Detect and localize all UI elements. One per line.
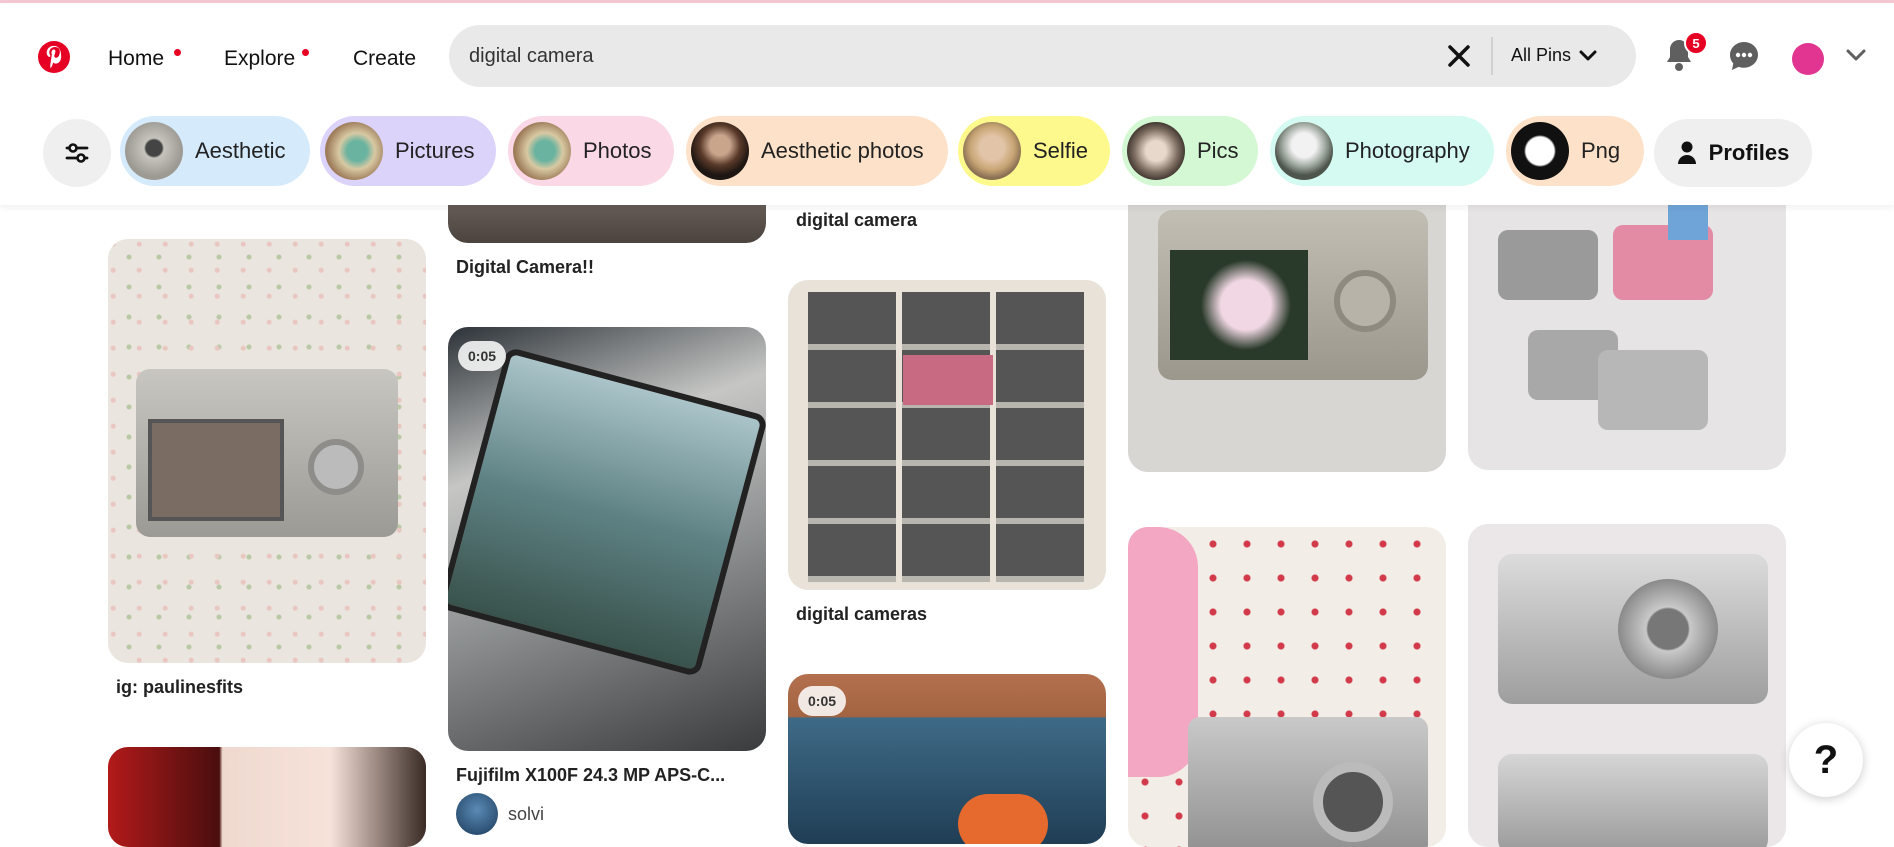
chip-label: Aesthetic	[195, 138, 286, 163]
camera-dial	[1334, 270, 1396, 332]
notification-count-badge: 5	[1684, 31, 1708, 55]
video-duration-badge: 0:05	[798, 686, 847, 716]
chip-label: Photography	[1345, 138, 1470, 163]
chip-photos[interactable]: Photos	[508, 116, 674, 186]
pink-camera	[903, 355, 993, 405]
chip-label: Pictures	[395, 138, 475, 163]
top-header: Home Explore Create digital camera All P…	[0, 3, 1894, 205]
pin-digital-cameras-collection[interactable]	[788, 280, 1106, 590]
nav-home[interactable]: Home	[108, 47, 164, 71]
chip-thumbnail	[1127, 122, 1185, 180]
orange-object	[958, 794, 1048, 844]
camera-screen	[148, 419, 284, 521]
camera-4	[1598, 350, 1708, 430]
account-chevron-down-icon[interactable]	[1846, 49, 1866, 63]
person-icon	[1677, 141, 1696, 164]
account-avatar[interactable]	[1792, 43, 1824, 75]
camera-1	[1498, 230, 1598, 300]
chip-photography[interactable]: Photography	[1270, 116, 1494, 186]
search-bar[interactable]: digital camera All Pins	[449, 25, 1636, 87]
pin-caption[interactable]: digital cameras	[796, 604, 927, 625]
sony-camera	[1188, 717, 1428, 847]
explore-notification-dot	[302, 49, 309, 56]
camera-dial	[308, 439, 364, 495]
chip-thumbnail	[125, 122, 183, 180]
pin-caption[interactable]: digital camera	[796, 210, 917, 231]
chip-selfie[interactable]: Selfie	[958, 116, 1110, 186]
pin-nails-photo[interactable]	[108, 747, 426, 847]
chevron-down-icon	[1579, 50, 1597, 60]
help-button[interactable]: ?	[1789, 723, 1863, 797]
chip-aesthetic-photos[interactable]: Aesthetic photos	[686, 116, 948, 186]
pin-canon-camera-floral[interactable]	[108, 239, 426, 663]
coolpix-lens	[1618, 579, 1718, 679]
chip-label: Aesthetic photos	[761, 138, 924, 163]
sliders-icon	[65, 143, 89, 163]
messages-icon[interactable]	[1728, 40, 1760, 72]
search-input[interactable]: digital camera	[469, 45, 594, 68]
sony-camera	[1498, 754, 1768, 847]
fuji-screen	[448, 346, 766, 678]
chip-thumbnail	[513, 122, 571, 180]
chip-label: Photos	[583, 138, 652, 163]
chip-png[interactable]: Png	[1506, 116, 1644, 186]
nav-explore[interactable]: Explore	[224, 47, 295, 71]
filter-settings-button[interactable]	[43, 119, 111, 187]
pinterest-logo-icon[interactable]	[38, 41, 70, 73]
chip-thumbnail	[963, 122, 1021, 180]
camera-lens	[1313, 762, 1393, 842]
chip-aesthetic[interactable]: Aesthetic	[120, 116, 310, 186]
profiles-label: Profiles	[1708, 140, 1790, 165]
pin-caption[interactable]: ig: paulinesfits	[116, 677, 243, 698]
camera-screen	[1170, 250, 1308, 360]
profiles-button[interactable]: Profiles	[1654, 119, 1812, 187]
chip-thumbnail	[325, 122, 383, 180]
chip-label: Pics	[1197, 138, 1239, 163]
pin-coolpix-stickers[interactable]	[1468, 524, 1786, 847]
search-scope-label: All Pins	[1511, 45, 1572, 65]
home-notification-dot	[174, 49, 181, 56]
pin-caption[interactable]: Fujifilm X100F 24.3 MP APS-C...	[456, 765, 725, 786]
pin-sea-video[interactable]: 0:05	[788, 674, 1106, 844]
search-divider	[1491, 37, 1493, 75]
chip-label: Png	[1581, 138, 1621, 163]
search-scope-dropdown[interactable]: All Pins	[1511, 45, 1597, 66]
chip-thumbnail	[1511, 122, 1569, 180]
pin-caption[interactable]: Digital Camera!!	[456, 257, 594, 278]
chip-thumbnail	[1275, 122, 1333, 180]
nav-create[interactable]: Create	[353, 47, 416, 71]
pinner-avatar[interactable]	[456, 793, 498, 835]
pinner-name[interactable]: solvi	[508, 804, 544, 825]
pin-fujifilm-video[interactable]: 0:05	[448, 327, 766, 751]
chip-pics[interactable]: Pics	[1122, 116, 1258, 186]
camera-grid	[808, 292, 1088, 582]
chip-thumbnail	[691, 122, 749, 180]
video-duration-badge: 0:05	[458, 341, 507, 371]
chip-pictures[interactable]: Pictures	[320, 116, 496, 186]
chip-label: Selfie	[1033, 138, 1089, 163]
clear-search-icon[interactable]	[1446, 43, 1472, 69]
pin-hello-kitty-sony[interactable]	[1128, 527, 1446, 847]
